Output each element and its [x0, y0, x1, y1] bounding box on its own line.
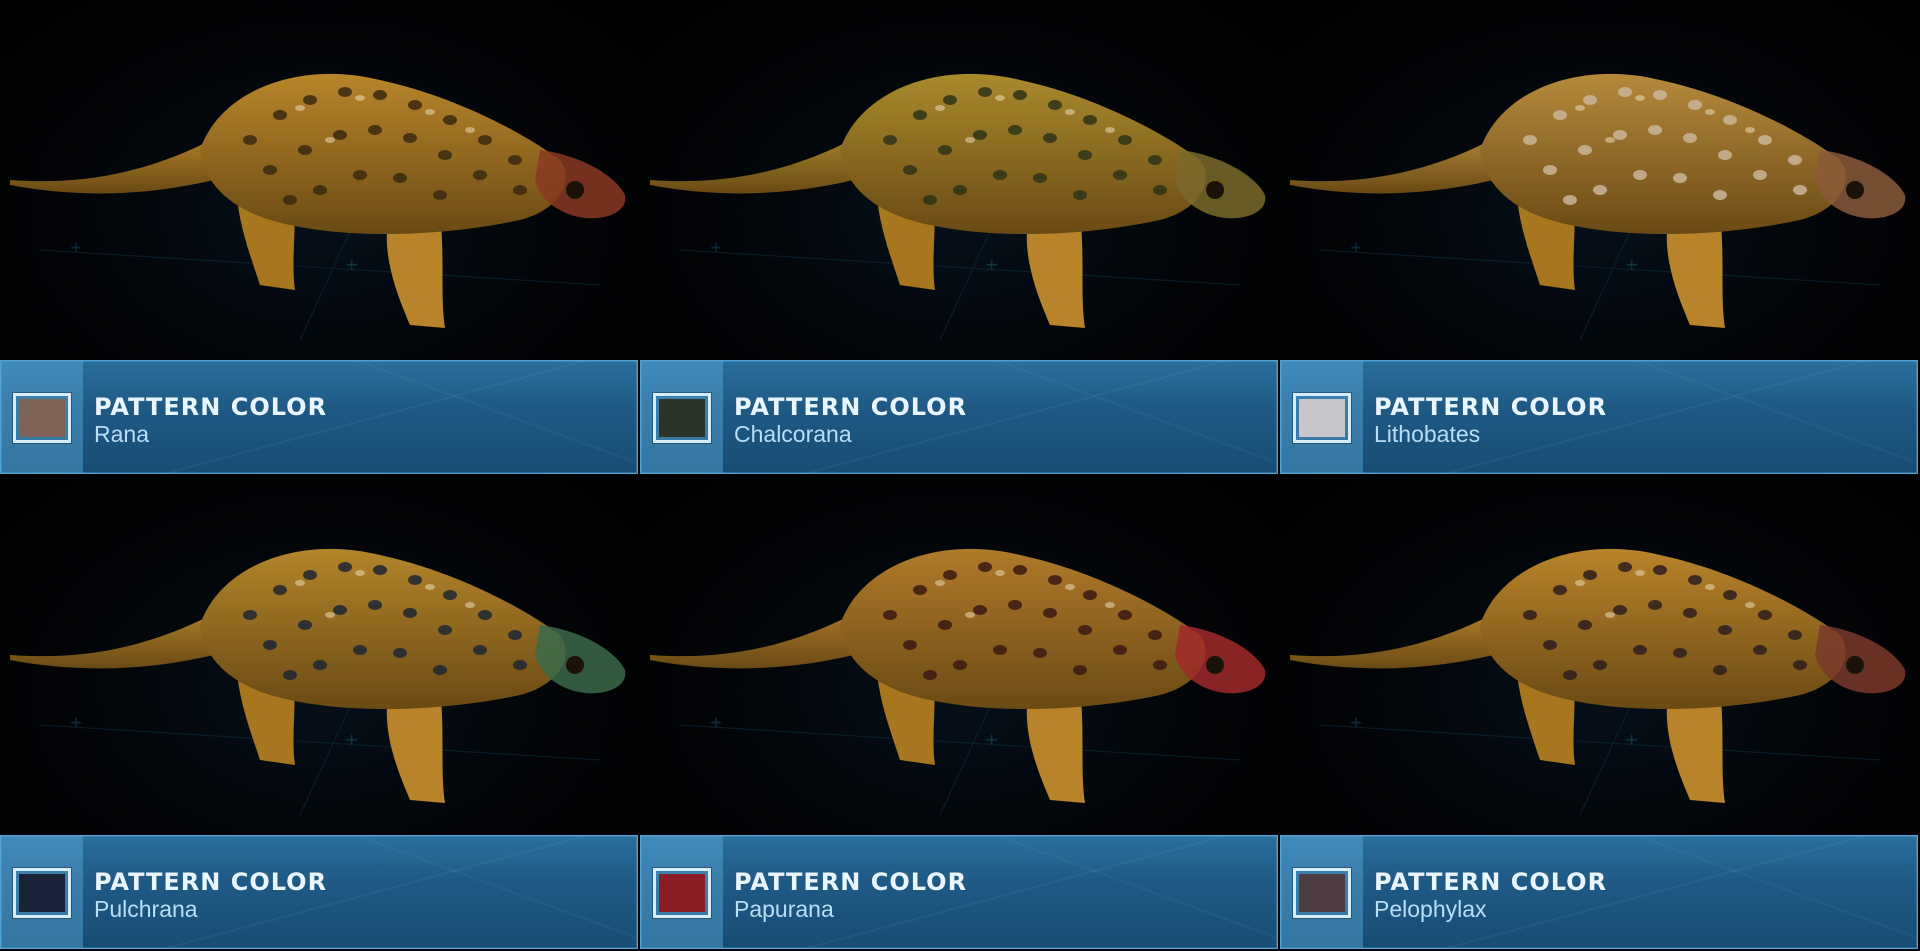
svg-text:+: + [1625, 255, 1638, 274]
dinosaur-body [650, 548, 1266, 803]
pattern-name: Pelophylax [1374, 896, 1487, 922]
color-swatch[interactable] [653, 393, 711, 443]
svg-text:+: + [1350, 715, 1362, 731]
dinosaur-body [10, 73, 626, 328]
swatch-fill [659, 399, 705, 437]
dinosaur-body [1290, 73, 1906, 328]
swatch-fill [1299, 874, 1345, 912]
dinosaur-illustration: ++ [10, 73, 626, 341]
pattern-info-bar[interactable]: PATTERN COLOR Pelophylax [1280, 835, 1918, 949]
dinosaur-render: + + [640, 0, 1280, 360]
swatch-fill [659, 874, 705, 912]
pattern-name: Lithobates [1374, 421, 1481, 447]
pattern-card[interactable]: + + PATTERN COLOR Pelophylax [1280, 475, 1920, 951]
svg-text:+: + [345, 255, 358, 274]
pattern-name: Rana [94, 421, 149, 447]
color-swatch[interactable] [13, 393, 71, 443]
dinosaur-render: + + [1280, 0, 1920, 360]
pattern-name: Chalcorana [734, 421, 852, 447]
color-swatch[interactable] [13, 868, 71, 918]
pattern-title: PATTERN COLOR [734, 393, 968, 421]
pattern-color-grid: + + PATTERN COLOR Rana + + PATTERN COLOR C… [0, 0, 1920, 951]
swatch-fill [19, 399, 65, 437]
pattern-info-bar[interactable]: PATTERN COLOR Papurana [640, 835, 1278, 949]
pattern-card[interactable]: + + PATTERN COLOR Papurana [640, 475, 1280, 951]
svg-text:+: + [70, 715, 82, 731]
dinosaur-body [1290, 548, 1906, 803]
dinosaur-illustration: ++ [1290, 73, 1906, 341]
svg-text:+: + [1625, 730, 1638, 749]
dinosaur-render: + + [1280, 475, 1920, 835]
svg-text:+: + [985, 255, 998, 274]
svg-text:+: + [710, 240, 722, 256]
pattern-title: PATTERN COLOR [1374, 393, 1608, 421]
pattern-info-bar[interactable]: PATTERN COLOR Lithobates [1280, 360, 1918, 474]
dinosaur-illustration: ++ [10, 548, 626, 816]
pattern-name: Pulchrana [94, 896, 198, 922]
dinosaur-illustration: ++ [650, 548, 1266, 816]
color-swatch[interactable] [1293, 393, 1351, 443]
dinosaur-body [650, 73, 1266, 328]
color-swatch[interactable] [653, 868, 711, 918]
pattern-title: PATTERN COLOR [734, 868, 968, 896]
pattern-card[interactable]: + + PATTERN COLOR Chalcorana [640, 0, 1280, 475]
dinosaur-illustration: ++ [650, 73, 1266, 341]
pattern-title: PATTERN COLOR [1374, 868, 1608, 896]
pattern-info-bar[interactable]: PATTERN COLOR Chalcorana [640, 360, 1278, 474]
svg-text:+: + [345, 730, 358, 749]
dinosaur-render: + + [640, 475, 1280, 835]
svg-text:+: + [70, 240, 82, 256]
pattern-title: PATTERN COLOR [94, 393, 328, 421]
swatch-fill [19, 874, 65, 912]
pattern-info-bar[interactable]: PATTERN COLOR Rana [0, 360, 638, 474]
dinosaur-illustration: ++ [1290, 548, 1906, 816]
swatch-fill [1299, 399, 1345, 437]
dinosaur-render: + + [0, 475, 640, 835]
svg-text:+: + [1350, 240, 1362, 256]
dinosaur-body [10, 548, 626, 803]
pattern-card[interactable]: + + PATTERN COLOR Pulchrana [0, 475, 640, 951]
pattern-card[interactable]: + + PATTERN COLOR Lithobates [1280, 0, 1920, 475]
pattern-info-bar[interactable]: PATTERN COLOR Pulchrana [0, 835, 638, 949]
color-swatch[interactable] [1293, 868, 1351, 918]
pattern-card[interactable]: + + PATTERN COLOR Rana [0, 0, 640, 475]
pattern-name: Papurana [734, 896, 834, 922]
pattern-title: PATTERN COLOR [94, 868, 328, 896]
svg-text:+: + [710, 715, 722, 731]
svg-text:+: + [985, 730, 998, 749]
dinosaur-render: + + [0, 0, 640, 360]
